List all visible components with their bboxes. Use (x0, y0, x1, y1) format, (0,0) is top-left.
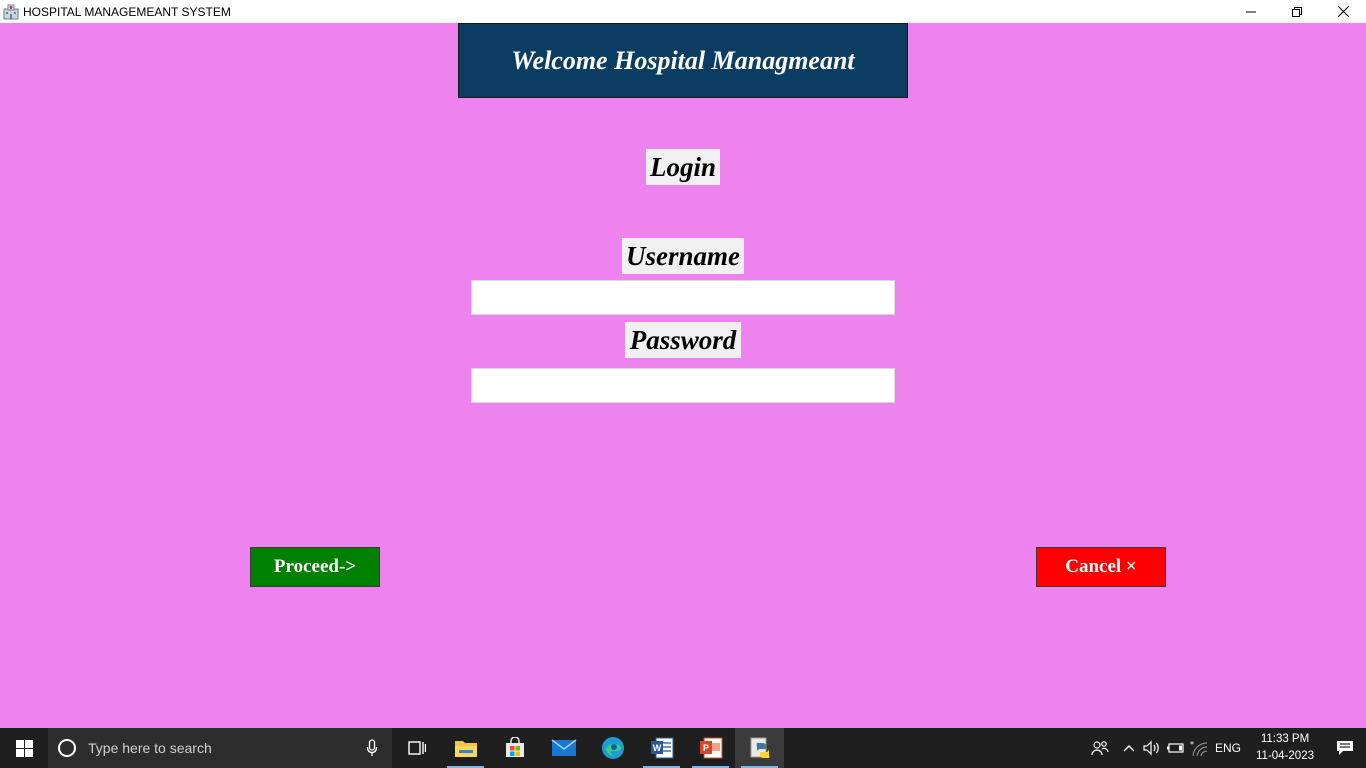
search-placeholder: Type here to search (88, 740, 212, 756)
close-button[interactable] (1320, 0, 1366, 23)
system-tray: * ENG 11:33 PM 11-04-2023 (1082, 728, 1366, 768)
edge-icon (601, 737, 624, 759)
show-hidden-icons-button[interactable] (1118, 728, 1140, 768)
taskbar-python[interactable] (735, 728, 784, 768)
taskbar: Type here to search W P * ENG 11:33 PM 1… (0, 728, 1366, 768)
password-label: Password (625, 322, 741, 358)
hospital-icon (3, 4, 19, 20)
proceed-button[interactable]: Proceed-> (250, 547, 380, 587)
cancel-button[interactable]: Cancel × (1036, 547, 1166, 587)
battery-button[interactable] (1164, 728, 1188, 768)
username-input[interactable] (471, 280, 895, 315)
powerpoint-icon: P (699, 737, 722, 759)
username-label: Username (622, 238, 744, 274)
taskbar-file-explorer[interactable] (441, 728, 490, 768)
close-icon (1337, 6, 1349, 17)
wifi-icon: * (1190, 740, 1208, 756)
svg-text:*: * (1190, 740, 1194, 749)
window-title: HOSPITAL MANAGEMEANT SYSTEM (23, 4, 231, 19)
mail-icon (551, 739, 576, 756)
task-view-icon (407, 741, 426, 755)
welcome-banner: Welcome Hospital Managmeant (458, 23, 908, 98)
start-button[interactable] (0, 728, 48, 768)
task-view-button[interactable] (392, 728, 441, 768)
svg-text:W: W (652, 743, 661, 753)
title-bar: HOSPITAL MANAGEMEANT SYSTEM (0, 0, 1366, 23)
password-input[interactable] (471, 368, 895, 403)
people-icon (1091, 741, 1109, 756)
clock[interactable]: 11:33 PM 11-04-2023 (1246, 731, 1324, 765)
volume-button[interactable] (1140, 728, 1164, 768)
taskbar-powerpoint[interactable]: P (686, 728, 735, 768)
login-heading: Login (646, 149, 720, 185)
minimize-icon (1246, 11, 1256, 12)
chevron-up-icon (1123, 745, 1135, 752)
action-center-button[interactable] (1324, 728, 1366, 768)
taskbar-apps: W P (392, 728, 784, 768)
clock-date: 11-04-2023 (1256, 750, 1314, 762)
login-window: Welcome Hospital Managmeant Login Userna… (0, 23, 1366, 728)
taskbar-search[interactable]: Type here to search (48, 728, 392, 768)
minimize-button[interactable] (1228, 0, 1274, 23)
speaker-icon (1143, 740, 1159, 756)
taskbar-edge[interactable] (588, 728, 637, 768)
network-button[interactable]: * (1188, 728, 1210, 768)
taskbar-word[interactable]: W (637, 728, 686, 768)
file-explorer-icon (454, 741, 477, 757)
clock-time: 11:33 PM (1260, 733, 1310, 745)
window-controls (1228, 0, 1366, 23)
restore-icon (1292, 6, 1302, 17)
people-button[interactable] (1082, 728, 1118, 768)
microphone-icon[interactable] (366, 739, 378, 762)
taskbar-mail[interactable] (539, 728, 588, 768)
store-icon (505, 737, 524, 757)
taskbar-store[interactable] (490, 728, 539, 768)
battery-icon (1167, 743, 1184, 753)
cortana-icon (58, 739, 76, 757)
language-indicator[interactable]: ENG (1210, 728, 1246, 768)
restore-button[interactable] (1274, 0, 1320, 23)
python-icon (750, 737, 769, 758)
notification-icon (1337, 741, 1353, 755)
word-icon: W (650, 737, 673, 759)
windows-icon (15, 739, 33, 757)
svg-text:P: P (702, 743, 708, 753)
